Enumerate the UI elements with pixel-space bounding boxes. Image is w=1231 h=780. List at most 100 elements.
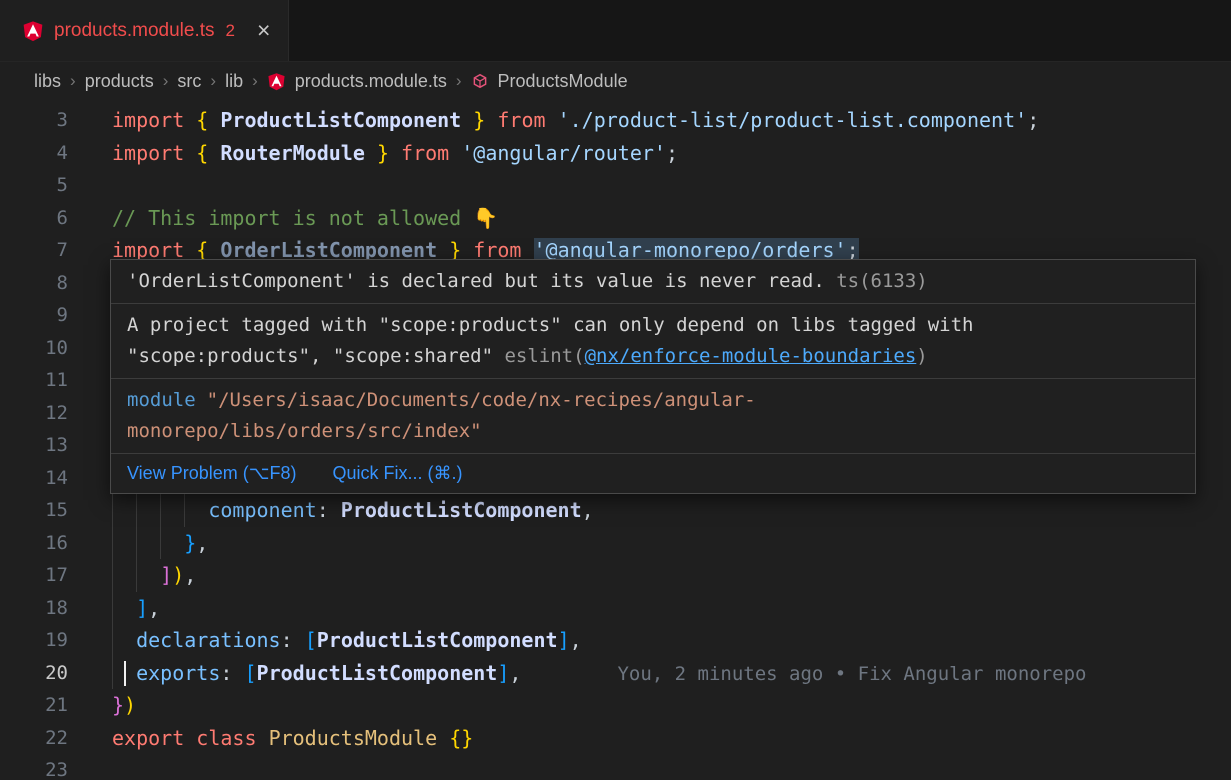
token: ; (1027, 108, 1039, 132)
token: , (196, 531, 208, 555)
line-number: 21 (0, 689, 68, 722)
token (257, 726, 269, 750)
token (546, 108, 558, 132)
token (112, 498, 208, 522)
eslint-prefix: eslint( (493, 345, 585, 367)
token (389, 141, 401, 165)
code-line-5[interactable]: 5 (0, 169, 1231, 202)
module-path-line1: "/Users/isaac/Documents/code/nx-recipes/… (207, 389, 756, 411)
token: ] (136, 596, 148, 620)
line-number: 18 (0, 592, 68, 625)
token: , (570, 628, 582, 652)
token: ProductListComponent (257, 661, 498, 685)
code-line-23[interactable]: 23 (0, 754, 1231, 780)
breadcrumb-item-ProductsModule[interactable]: ProductsModule (498, 71, 628, 92)
line-number: 12 (0, 397, 68, 430)
token (112, 531, 184, 555)
token: } (184, 531, 196, 555)
code-text: declarations: [ProductListComponent], (112, 628, 582, 652)
token: import (112, 108, 184, 132)
token: : (281, 628, 305, 652)
code-line-15[interactable]: 15 component: ProductListComponent, (0, 494, 1231, 527)
code-content: export class ProductsModule {} (112, 722, 473, 755)
token (208, 141, 220, 165)
line-number: 16 (0, 527, 68, 560)
code-line-21[interactable]: 21}) (0, 689, 1231, 722)
token: ] (558, 628, 570, 652)
code-line-4[interactable]: 4 import { RouterModule } from '@angular/… (0, 137, 1231, 170)
token (365, 141, 377, 165)
tab-bar: products.module.ts 2 × (0, 0, 1231, 62)
breadcrumb-separator: › (456, 71, 462, 91)
code-content: import { ProductListComponent } from './… (112, 104, 1039, 137)
breadcrumb-separator: › (252, 71, 258, 91)
breadcrumb-item-libs[interactable]: libs (34, 71, 61, 92)
hover-ts-message: 'OrderListComponent' is declared but its… (111, 260, 1195, 304)
token: [ (244, 661, 256, 685)
token (184, 726, 196, 750)
breadcrumb-item-lib[interactable]: lib (225, 71, 243, 92)
token (461, 108, 473, 132)
code-line-6[interactable]: 6 // This import is not allowed 👇 (0, 202, 1231, 235)
token: export (112, 726, 184, 750)
token (184, 141, 196, 165)
code-line-19[interactable]: 19 declarations: [ProductListComponent], (0, 624, 1231, 657)
breadcrumb-separator: › (163, 71, 169, 91)
token (208, 108, 220, 132)
breadcrumb-separator: › (210, 71, 216, 91)
token: ProductListComponent (220, 108, 461, 132)
line-number: 4 (0, 137, 68, 170)
token: , (582, 498, 594, 522)
code-text: exports: [ProductListComponent], (112, 661, 521, 685)
angular-icon (22, 20, 44, 42)
token: class (196, 726, 256, 750)
line-number: 5 (0, 169, 68, 202)
code-text: }) (112, 693, 136, 717)
code-line-20[interactable]: 20 exports: [ProductListComponent],You, … (0, 657, 1231, 690)
hover-module-info: module "/Users/isaac/Documents/code/nx-re… (111, 379, 1195, 454)
hover-popup: 'OrderListComponent' is declared but its… (110, 259, 1196, 494)
token: , (184, 563, 196, 587)
token: from (401, 141, 449, 165)
code-line-22[interactable]: 22export class ProductsModule {} (0, 722, 1231, 755)
line-number: 19 (0, 624, 68, 657)
code-line-16[interactable]: 16 }, (0, 527, 1231, 560)
line-number: 9 (0, 299, 68, 332)
line-number: 15 (0, 494, 68, 527)
code-content: exports: [ProductListComponent], You, 2 m… (112, 657, 1086, 690)
line-number: 11 (0, 364, 68, 397)
code-content: import { RouterModule } from '@angular/r… (112, 137, 678, 170)
code-line-17[interactable]: 17 ]), (0, 559, 1231, 592)
token (112, 563, 160, 587)
token (449, 141, 461, 165)
module-keyword: module (127, 389, 196, 411)
quick-fix-button[interactable]: Quick Fix... (⌘.) (332, 461, 462, 486)
hover-eslint-message: A project tagged with "scope:products" c… (111, 304, 1195, 379)
code-line-18[interactable]: 18 ], (0, 592, 1231, 625)
code-text: import { ProductListComponent } from './… (112, 108, 1039, 132)
eslint-message-line1: A project tagged with "scope:products" c… (127, 314, 973, 336)
breadcrumb-item-products[interactable]: products (85, 71, 154, 92)
breadcrumb-item-products.module.ts[interactable]: products.module.ts (295, 71, 447, 92)
tab-close-icon[interactable]: × (257, 19, 270, 42)
tab-products-module[interactable]: products.module.ts 2 × (0, 0, 289, 61)
line-number: 6 (0, 202, 68, 235)
breadcrumb-item-src[interactable]: src (177, 71, 201, 92)
token: './product-list/product-list.component' (558, 108, 1028, 132)
code-text: // This import is not allowed 👇 (112, 206, 498, 230)
token: [ (305, 628, 317, 652)
line-number: 13 (0, 429, 68, 462)
line-number: 8 (0, 267, 68, 300)
eslint-rule-link[interactable]: @nx/enforce-module-boundaries (585, 345, 917, 367)
code-line-3[interactable]: 3import { ProductListComponent } from '.… (0, 104, 1231, 137)
view-problem-button[interactable]: View Problem (⌥F8) (127, 461, 296, 486)
module-path-line2: monorepo/libs/orders/src/index" (127, 420, 482, 442)
tab-title: products.module.ts (54, 20, 215, 42)
code-content: ], (112, 592, 160, 625)
token: ) (124, 693, 136, 717)
git-blame-annotation: You, 2 minutes ago • Fix Angular monorep… (617, 663, 1086, 685)
code-content: }, (112, 527, 208, 560)
token: { (196, 141, 208, 165)
token: ; (666, 141, 678, 165)
code-content: ]), (112, 559, 196, 592)
